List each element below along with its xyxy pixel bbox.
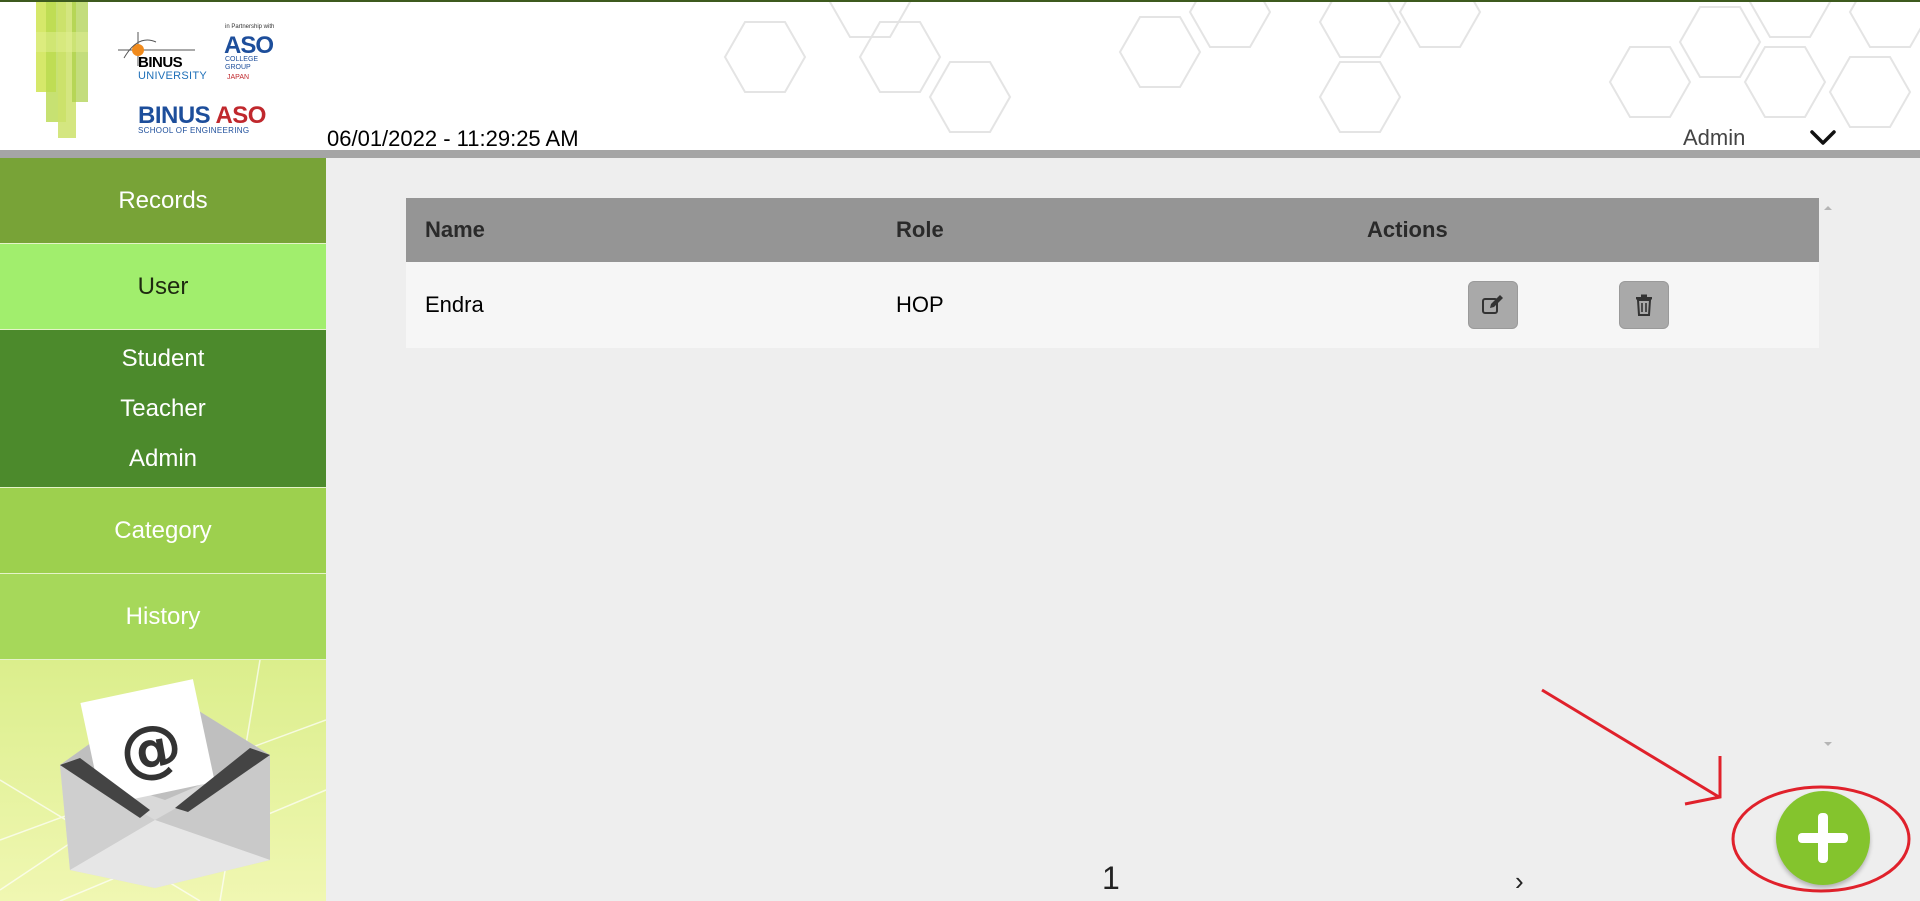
sidebar-user-submenu: Student Teacher Admin (0, 330, 326, 488)
sidebar-item-records[interactable]: Records (0, 158, 326, 244)
sidebar-item-user[interactable]: User (0, 244, 326, 330)
cell-name: Endra (425, 292, 484, 317)
partnership-text: in Partnership with (225, 24, 275, 30)
logo-stripes (36, 2, 88, 138)
header-divider (0, 150, 1920, 158)
sidebar-item-admin[interactable]: Admin (0, 434, 326, 484)
sidebar-item-teacher[interactable]: Teacher (0, 384, 326, 434)
aso-college-text: COLLEGE GROUP (225, 56, 259, 71)
sidebar-item-category[interactable]: Category (0, 488, 326, 574)
app-header: BINUS UNIVERSITY in Partnership with ASO… (0, 0, 1920, 150)
user-menu-label[interactable]: Admin (1683, 125, 1745, 150)
table-row: Endra HOP (406, 262, 1819, 348)
edit-icon (1482, 295, 1503, 314)
cell-role: HOP (896, 292, 944, 317)
chevron-down-icon[interactable] (1808, 126, 1838, 150)
trash-icon (1636, 294, 1652, 316)
edit-button[interactable] (1468, 281, 1518, 329)
aso-japan-text: JAPAN (227, 74, 250, 81)
sidebar: Records User Student Teacher Admin Categ… (0, 158, 326, 901)
email-envelope-illustration: @ (0, 660, 326, 901)
sidebar-item-student[interactable]: Student (0, 334, 326, 384)
users-table: Name Role Actions Endra HOP (406, 198, 1819, 348)
column-header-name[interactable]: Name (425, 217, 485, 243)
scroll-down-arrow[interactable] (1821, 737, 1835, 751)
binus-aso-logo-aso: ASO (215, 102, 266, 129)
binus-aso-logo-binus: BINUS (138, 102, 211, 129)
plus-icon (1798, 813, 1848, 863)
binus-logo-text: BINUS (138, 54, 183, 71)
add-user-button[interactable] (1776, 791, 1870, 885)
scroll-up-arrow[interactable] (1821, 201, 1835, 215)
hexagon-background (723, 2, 1920, 133)
pagination-current-page[interactable]: 1 (1102, 860, 1120, 897)
table-header: Name Role Actions (406, 198, 1819, 262)
current-datetime: 06/01/2022 - 11:29:25 AM (327, 126, 579, 150)
column-header-role[interactable]: Role (896, 217, 944, 243)
binus-university-text: UNIVERSITY (138, 70, 208, 82)
sidebar-item-history[interactable]: History (0, 574, 326, 660)
pagination-next[interactable]: › (1515, 866, 1524, 897)
column-header-actions: Actions (1367, 217, 1448, 242)
delete-button[interactable] (1619, 281, 1669, 329)
svg-text:@: @ (114, 707, 188, 790)
school-of-engineering-text: SCHOOL OF ENGINEERING (138, 126, 250, 135)
